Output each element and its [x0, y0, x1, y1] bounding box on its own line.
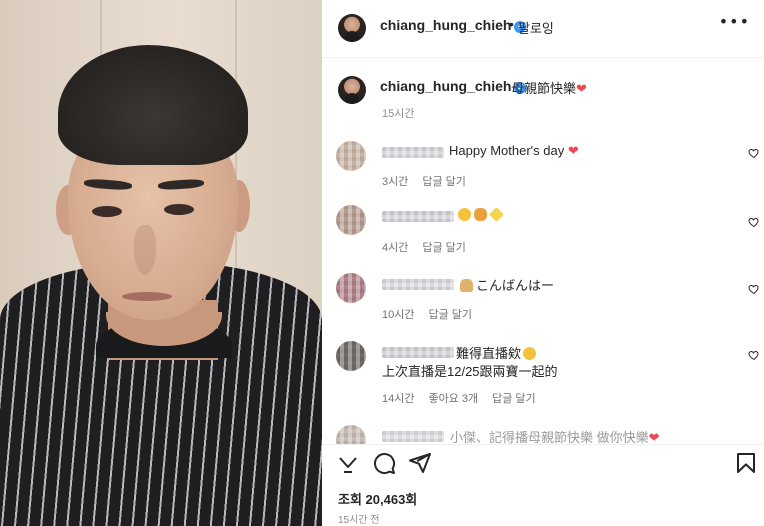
caption-username-text[interactable]: chiang_hung_chieh [380, 78, 511, 94]
comment-likes-count[interactable]: 좋아요 3개 [428, 393, 478, 405]
commenter-avatar[interactable] [336, 425, 366, 444]
commenter-username-blurred[interactable] [382, 431, 444, 442]
comment-item: Happy Mother's day ❤ 3시간 답글 달기 [322, 141, 764, 205]
comment-item: 難得直播欸 上次直播是12/25跟兩寶一起的 14시간 좋아요 3개 답글 달기 [322, 341, 764, 411]
comment-timestamp[interactable]: 10시간 [382, 309, 414, 321]
comment-item: こんばんはー 10시간 답글 달기 [322, 273, 764, 337]
nose [134, 225, 156, 275]
comment-text-body: こんばんはー [476, 278, 555, 293]
post-video[interactable] [0, 0, 322, 526]
commenter-username-blurred[interactable] [382, 147, 444, 158]
like-comment-heart-icon[interactable] [748, 147, 760, 159]
reply-button[interactable]: 답글 달기 [422, 242, 466, 254]
red-heart-icon: ❤ [648, 431, 660, 444]
post-age[interactable]: 15시간 전 [338, 511, 380, 526]
comment-text-body: 難得直播欸 [456, 346, 522, 361]
reply-button[interactable]: 답글 달기 [492, 393, 536, 405]
comment-text: こんばんはー [460, 275, 554, 294]
comment-emoji-text [458, 207, 506, 222]
like-comment-heart-icon[interactable] [748, 349, 760, 361]
commenter-avatar[interactable] [336, 205, 366, 235]
post-header: chiang_hung_chieh ✓ • 팔로잉 ••• [322, 0, 764, 58]
commenter-avatar[interactable] [336, 341, 366, 371]
reply-button[interactable]: 답글 달기 [422, 176, 466, 188]
author-avatar[interactable] [338, 14, 366, 42]
send-icon[interactable] [408, 451, 432, 475]
post-panel: chiang_hung_chieh ✓ • 팔로잉 ••• chiang_hung… [322, 0, 764, 526]
comment-text-body: Happy Mother's day [449, 143, 565, 158]
caption-text: 母親節快樂❤ [511, 78, 587, 97]
caption-timestamp[interactable]: 15시간 [382, 105, 414, 121]
comment-text: 小傑、記得播母親節快樂 做你快樂❤ [450, 427, 660, 444]
comment-timestamp[interactable]: 3시간 [382, 176, 408, 188]
separator-dot: • [509, 16, 514, 32]
comment-text-line2: 上次直播是12/25跟兩寶一起的 [382, 364, 558, 379]
comment-icon[interactable] [372, 451, 396, 475]
view-count[interactable]: 조회 20,463회 [338, 489, 417, 508]
following-button[interactable]: 팔로잉 [518, 18, 554, 37]
like-comment-heart-icon[interactable] [748, 216, 760, 228]
author-username[interactable]: chiang_hung_chieh ✓ [380, 17, 527, 33]
comment-meta: 4시간 답글 달기 [382, 239, 480, 255]
caption-username[interactable]: chiang_hung_chieh ✓ [380, 78, 527, 94]
comment-timestamp[interactable]: 14시간 [382, 393, 414, 405]
post-actions-bar: 조회 20,463회 15시간 전 [322, 444, 764, 526]
face-emoji-icon [523, 347, 537, 360]
hair [58, 45, 248, 165]
comment-text: 難得直播欸 [456, 343, 539, 362]
sparkles-emoji-icon [489, 207, 504, 222]
post-caption: chiang_hung_chieh ✓ 母親節快樂❤ 15시간 [322, 72, 764, 128]
comment-meta: 14시간 좋아요 3개 답글 달기 [382, 390, 550, 406]
comment-item: 小傑、記得播母親節快樂 做你快樂❤ [322, 425, 764, 444]
commenter-username-blurred[interactable] [382, 347, 454, 358]
bookmark-icon[interactable] [734, 451, 758, 475]
comment-meta: 3시간 답글 달기 [382, 173, 480, 189]
commenter-username-blurred[interactable] [382, 279, 454, 290]
comment-item: 4시간 답글 달기 [322, 205, 764, 269]
caption-text-body: 母親節快樂 [511, 81, 577, 96]
reply-button[interactable]: 답글 달기 [428, 309, 472, 321]
comment-text: Happy Mother's day ❤ [449, 143, 579, 159]
mouth [122, 292, 172, 301]
comment-timestamp[interactable]: 4시간 [382, 242, 408, 254]
more-options-icon[interactable]: ••• [719, 12, 750, 31]
right-eye [164, 204, 194, 215]
commenter-avatar[interactable] [336, 273, 366, 303]
left-eye [92, 206, 122, 217]
red-heart-icon: ❤ [567, 144, 579, 159]
comment-text-body: 小傑、記得播母親節快樂 做你快樂 [450, 430, 649, 444]
person-emoji-icon [460, 279, 473, 292]
chevron-down-icon[interactable] [336, 451, 360, 475]
author-username-text[interactable]: chiang_hung_chieh [380, 17, 511, 33]
red-heart-icon: ❤ [576, 82, 587, 97]
commenter-username-blurred[interactable] [382, 211, 454, 222]
commenter-avatar[interactable] [336, 141, 366, 171]
smiling-face-emoji-icon [458, 208, 471, 221]
like-comment-heart-icon[interactable] [748, 283, 760, 295]
caption-avatar[interactable] [338, 76, 366, 104]
bouquet-emoji-icon [474, 208, 487, 221]
comment-meta: 10시간 답글 달기 [382, 306, 486, 322]
